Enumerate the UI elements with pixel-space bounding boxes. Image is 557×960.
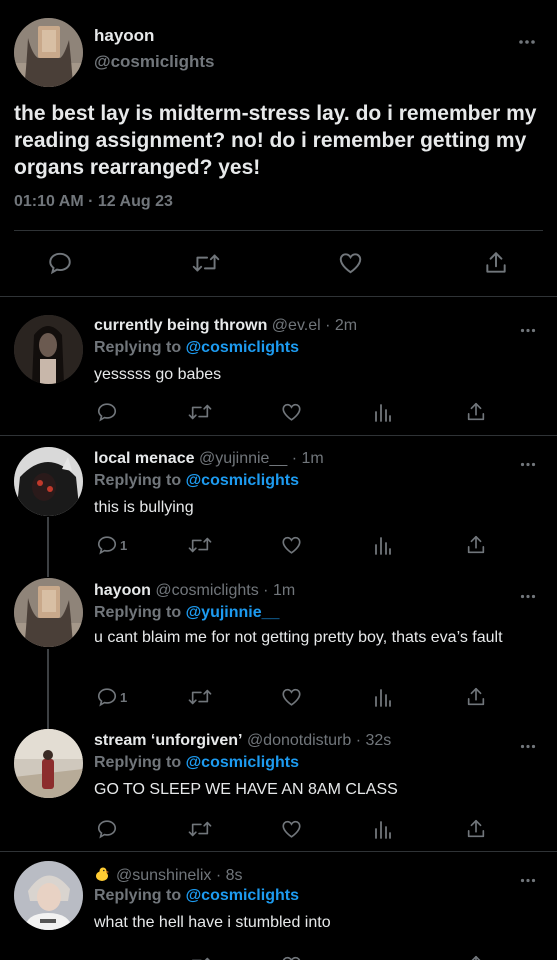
retweet-icon[interactable] — [187, 682, 213, 712]
tweet-text: the best lay is midterm-stress lay. do i… — [14, 102, 537, 179]
more-horizontal-icon[interactable] — [520, 588, 536, 599]
author-name[interactable]: stream ‘unforgiven’ — [94, 732, 242, 749]
reply-text: what the hell have i stumbled into — [94, 914, 331, 931]
replying-label: Replying to — [94, 339, 182, 356]
avatar[interactable] — [14, 315, 83, 384]
share-icon[interactable] — [483, 248, 509, 278]
retweet-icon[interactable] — [191, 248, 221, 278]
chick-emoji-icon — [94, 866, 110, 882]
more-horizontal-icon[interactable] — [520, 738, 536, 749]
avatar[interactable] — [14, 578, 83, 647]
share-icon[interactable] — [465, 814, 487, 844]
like-icon[interactable] — [280, 682, 303, 712]
author-handle-time[interactable]: @ev.el · 2m — [272, 317, 357, 334]
divider — [14, 230, 543, 231]
reply-actions — [0, 950, 557, 960]
more-horizontal-icon[interactable] — [520, 322, 536, 333]
replying-to-link[interactable]: @cosmiclights — [186, 472, 299, 489]
reply-icon[interactable]: 1 — [96, 530, 127, 560]
like-icon[interactable] — [280, 950, 303, 960]
like-icon[interactable] — [337, 248, 364, 278]
share-icon[interactable] — [465, 682, 487, 712]
replying-label: Replying to — [94, 472, 182, 489]
more-horizontal-icon[interactable] — [520, 872, 536, 883]
share-icon[interactable] — [465, 397, 487, 427]
like-icon[interactable] — [280, 814, 303, 844]
reply-text: yesssss go babes — [94, 366, 222, 383]
retweet-icon[interactable] — [187, 950, 213, 960]
author-handle-time[interactable]: @yujinnie__ · 1m — [199, 450, 324, 467]
reply-text: GO TO SLEEP WE HAVE AN 8AM CLASS — [94, 781, 398, 798]
more-horizontal-icon[interactable] — [518, 34, 536, 45]
reply-icon[interactable] — [96, 397, 118, 427]
author-name[interactable]: hayoon — [94, 582, 151, 599]
reply-actions — [0, 397, 557, 427]
replying-to-link[interactable]: @cosmiclights — [186, 339, 299, 356]
author-handle-time[interactable]: @donotdisturb · 32s — [247, 732, 391, 749]
avatar[interactable] — [14, 18, 83, 87]
analytics-icon[interactable] — [373, 814, 393, 844]
reply-icon[interactable] — [96, 814, 118, 844]
reply-text: u cant blaim me for not getting pretty b… — [94, 629, 503, 646]
reply-tweet: currently being thrown @ev.el · 2m Reply… — [0, 297, 557, 435]
retweet-icon[interactable] — [187, 397, 213, 427]
replying-label: Replying to — [94, 754, 182, 771]
reply-icon[interactable] — [47, 248, 73, 278]
analytics-icon[interactable] — [373, 530, 393, 560]
analytics-icon[interactable] — [373, 397, 393, 427]
reply-tweet: hayoon @cosmiclights · 1m Replying to @y… — [0, 574, 557, 724]
analytics-icon[interactable] — [373, 682, 393, 712]
reply-tweet: local menace @yujinnie__ · 1m Replying t… — [0, 436, 557, 574]
replying-label: Replying to — [94, 887, 182, 904]
like-icon[interactable] — [280, 397, 303, 427]
replying-to-link[interactable]: @cosmiclights — [186, 754, 299, 771]
main-tweet: hayoon @cosmiclights the best lay is mid… — [0, 0, 557, 297]
avatar[interactable] — [14, 447, 83, 516]
author-name[interactable]: hayoon — [94, 26, 154, 46]
retweet-icon[interactable] — [187, 814, 213, 844]
reply-icon[interactable]: 1 — [96, 682, 127, 712]
replying-to-link[interactable]: @yujinnie__ — [186, 604, 280, 621]
author-handle-time[interactable]: @cosmiclights · 1m — [155, 582, 295, 599]
author-name[interactable]: local menace — [94, 450, 195, 467]
more-horizontal-icon[interactable] — [520, 456, 536, 467]
reply-actions: 1 — [0, 530, 557, 560]
retweet-icon[interactable] — [187, 530, 213, 560]
reply-actions — [0, 814, 557, 844]
like-icon[interactable] — [280, 530, 303, 560]
reply-text: this is bullying — [94, 499, 194, 516]
reply-tweet: stream ‘unforgiven’ @donotdisturb · 32s … — [0, 724, 557, 850]
author-handle[interactable]: @cosmiclights — [94, 52, 215, 72]
author-handle-time[interactable]: @sunshinelix · 8s — [116, 867, 243, 884]
tweet-actions — [0, 248, 557, 278]
reply-count: 1 — [120, 537, 128, 553]
share-icon[interactable] — [465, 530, 487, 560]
tweet-timestamp[interactable]: 01:10 AM · 12 Aug 23 — [14, 193, 173, 211]
replying-to-link[interactable]: @cosmiclights — [186, 887, 299, 904]
reply-count: 1 — [120, 689, 128, 705]
reply-tweet: @sunshinelix · 8s Replying to @cosmiclig… — [0, 852, 557, 960]
reply-actions: 1 — [0, 682, 557, 712]
author-name[interactable]: currently being thrown — [94, 317, 267, 334]
avatar[interactable] — [14, 729, 83, 798]
avatar[interactable] — [14, 861, 83, 930]
replying-label: Replying to — [94, 604, 182, 621]
share-icon[interactable] — [465, 950, 487, 960]
